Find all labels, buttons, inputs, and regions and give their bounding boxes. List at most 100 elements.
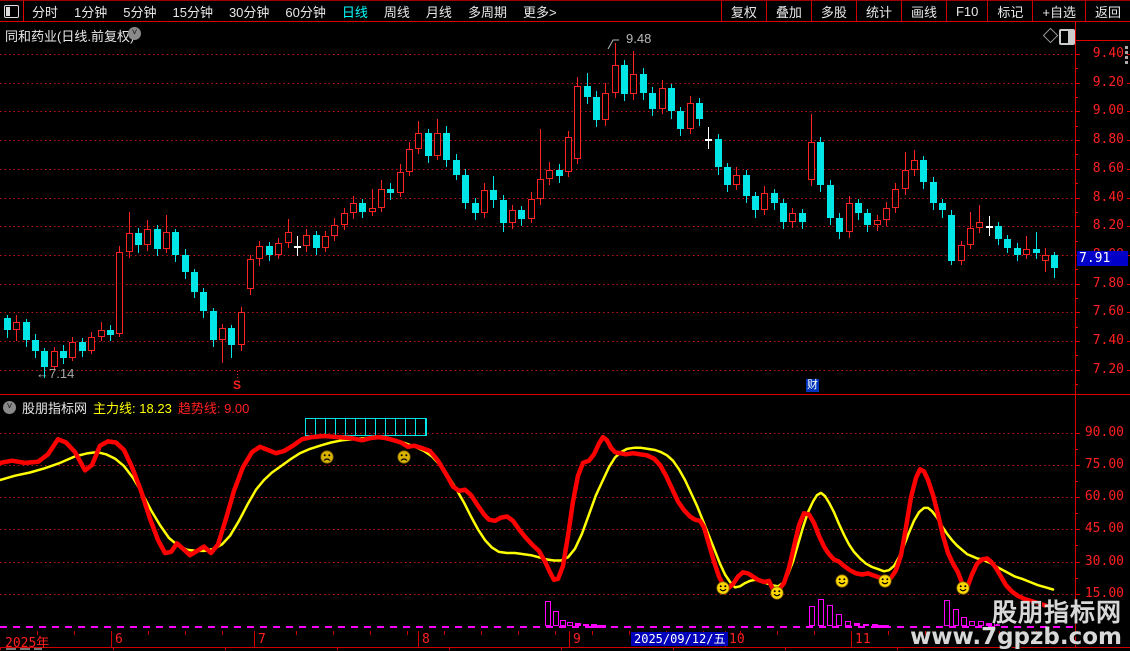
candle — [472, 203, 479, 214]
low-annotation: ←7.14 — [36, 366, 75, 381]
menu-item-tool-6[interactable]: 标记 — [987, 1, 1032, 21]
menu-item-period-10[interactable]: 更多> — [515, 1, 565, 21]
price-axis-label: 8.20 — [1092, 218, 1124, 234]
menu-item-tool-4[interactable]: 画线 — [900, 1, 946, 21]
week-tick — [148, 631, 149, 635]
month-separator — [418, 631, 419, 648]
candle — [696, 102, 703, 119]
candle — [836, 217, 843, 232]
candle — [967, 227, 974, 245]
candle — [864, 213, 871, 225]
smiley-happy-icon — [770, 586, 784, 600]
candle — [322, 236, 329, 248]
price-axis-label: 7.80 — [1092, 275, 1124, 291]
candle — [565, 137, 572, 172]
candle — [219, 328, 226, 340]
menu-item-tool-3[interactable]: 统计 — [855, 1, 901, 21]
candle — [462, 174, 469, 204]
candle — [958, 244, 965, 261]
smiley-happy-icon — [878, 574, 892, 588]
candle — [649, 92, 656, 109]
menu-item-period-0[interactable]: 分时 — [24, 1, 66, 21]
candle — [256, 246, 263, 260]
menu-item-period-2[interactable]: 5分钟 — [115, 1, 164, 21]
week-tick — [296, 631, 297, 635]
price-gridline — [0, 254, 1075, 256]
stock-title: 同和药业(日线.前复权) — [5, 29, 135, 44]
menu-item-period-4[interactable]: 30分钟 — [221, 1, 277, 21]
menu-item-period-9[interactable]: 多周期 — [460, 1, 515, 21]
menu-item-tool-5[interactable]: F10 — [945, 1, 987, 21]
candle — [126, 233, 133, 253]
month-label: 9 — [573, 632, 581, 647]
candle — [144, 229, 151, 245]
candle — [930, 181, 937, 204]
candle — [668, 88, 675, 112]
candle — [481, 190, 488, 214]
menu-item-period-8[interactable]: 月线 — [418, 1, 460, 21]
watermark-url: www.7gpzb.com — [910, 624, 1122, 650]
candle — [247, 259, 254, 290]
price-axis-label: 9.20 — [1092, 74, 1124, 90]
candle — [874, 220, 881, 225]
indicator-panel[interactable]: ˅ 股朋指标网 主力线: 18.23 趋势线: 9.00 — [0, 395, 1075, 631]
title-chevron-down-icon[interactable]: ˅ — [128, 27, 141, 40]
candle — [621, 65, 628, 95]
month-label: 8 — [422, 632, 430, 647]
menu-item-period-1[interactable]: 1分钟 — [66, 1, 115, 21]
candle — [761, 193, 768, 211]
menu-item-tool-7[interactable]: +自选 — [1032, 1, 1085, 21]
candle — [79, 342, 86, 352]
indicator-axis-label: 30.00 — [1084, 553, 1124, 569]
axis-border-line — [1075, 22, 1076, 648]
candle — [855, 203, 862, 214]
candle — [98, 329, 105, 337]
month-label: 11 — [855, 632, 871, 647]
panel-separator[interactable] — [0, 394, 1130, 395]
menu-item-tool-1[interactable]: 叠加 — [765, 1, 811, 21]
menu-item-period-5[interactable]: 60分钟 — [277, 1, 333, 21]
cai-news-marker[interactable]: 财 — [806, 379, 819, 392]
layout-toggle-button[interactable] — [0, 1, 24, 21]
price-gridline — [0, 111, 1075, 113]
candle — [425, 132, 432, 156]
week-tick — [407, 631, 408, 635]
menu-item-period-7[interactable]: 周线 — [376, 1, 418, 21]
selected-date-badge: 2025/09/12/五 — [631, 632, 729, 646]
candle — [677, 111, 684, 129]
week-tick — [444, 631, 445, 635]
candle — [995, 226, 1002, 240]
menu-item-period-3[interactable]: 15分钟 — [164, 1, 220, 21]
menu-item-period-6[interactable]: 日线 — [334, 1, 376, 21]
panel-layout-icon[interactable] — [1059, 29, 1075, 45]
axis-grip-handle[interactable] — [1125, 44, 1129, 66]
candle — [808, 141, 815, 181]
price-axis-label: 8.60 — [1092, 160, 1124, 176]
menu-item-tool-2[interactable]: 多股 — [810, 1, 856, 21]
menu-item-tool-8[interactable]: 返回 — [1084, 1, 1130, 21]
candle-wick — [1036, 231, 1037, 260]
price-axis-label: 7.40 — [1092, 333, 1124, 348]
indicator-chevron-down-icon[interactable]: ˅ — [3, 401, 16, 414]
candle — [397, 171, 404, 194]
smiley-happy-icon — [956, 581, 970, 595]
price-gridline — [0, 369, 1075, 371]
trend-line-value: 趋势线: 9.00 — [177, 401, 250, 416]
menu-item-tool-0[interactable]: 复权 — [720, 1, 766, 21]
indicator-site-label: 股朋指标网 — [22, 401, 88, 416]
candle — [687, 102, 694, 129]
price-axis-label: 9.40 — [1092, 46, 1124, 61]
diamond-tool-icon[interactable] — [1042, 27, 1059, 44]
candle — [612, 65, 619, 93]
watermark-site-name: 股朋指标网 — [991, 599, 1122, 627]
candlestick-panel[interactable]: 同和药业(日线.前复权) ˅ 9.48 ←7.14 S 财 — [0, 22, 1075, 395]
candle — [509, 210, 516, 224]
candle — [911, 160, 918, 171]
candle — [976, 221, 983, 228]
month-label: 6 — [115, 632, 123, 647]
candle — [733, 174, 740, 185]
candle — [443, 132, 450, 161]
candle-wick — [372, 188, 373, 217]
candle — [574, 85, 581, 159]
candle — [69, 342, 76, 359]
